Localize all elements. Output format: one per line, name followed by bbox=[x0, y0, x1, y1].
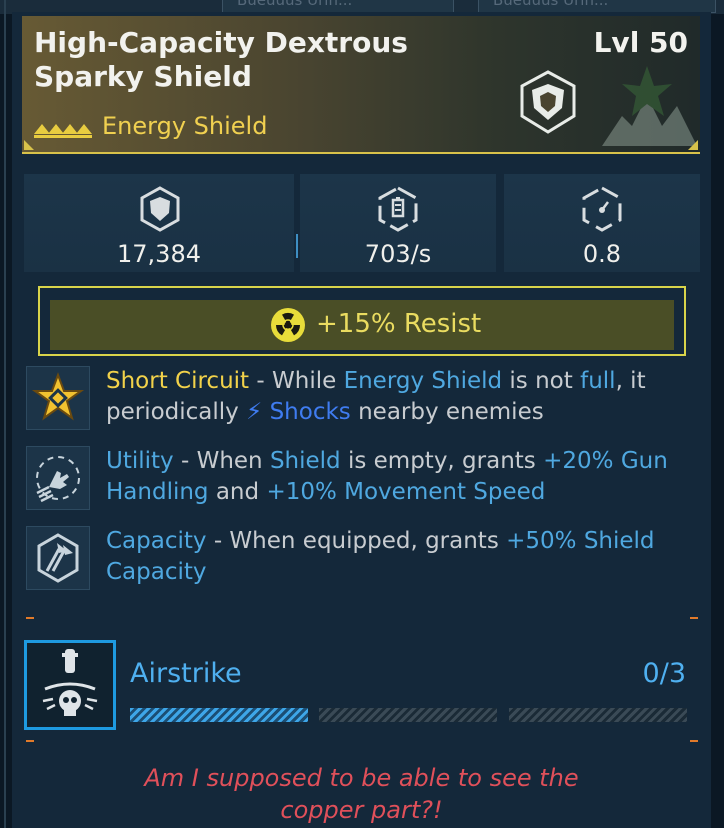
shield-arrows-icon bbox=[37, 533, 79, 583]
perk-name: Capacity bbox=[106, 528, 207, 554]
perk-text-segment: +10% Movement Speed bbox=[266, 479, 546, 505]
perk-name: Utility bbox=[106, 448, 174, 474]
perk-text-segment: full bbox=[580, 368, 616, 394]
item-artwork-icon bbox=[602, 66, 697, 146]
perk-text-segment: - While bbox=[249, 368, 344, 394]
separator-marker bbox=[690, 617, 698, 619]
perk-text-segment: Energy Shield bbox=[343, 368, 503, 394]
corner-mark-icon bbox=[24, 140, 34, 150]
skill-progress-segment bbox=[319, 708, 497, 722]
hand-movement-icon bbox=[36, 456, 80, 503]
perk-name: Short Circuit bbox=[106, 368, 250, 394]
item-header: High-Capacity Dextrous Sparky Shield Lvl… bbox=[22, 16, 700, 154]
perk-text-segment: - When equipped, grants bbox=[206, 528, 507, 554]
skill-progress-segment bbox=[509, 708, 687, 722]
airstrike-skull-icon bbox=[42, 649, 98, 716]
perk-icon-frame bbox=[26, 366, 90, 430]
item-type: Energy Shield bbox=[102, 112, 268, 140]
airstrike-icon-frame bbox=[24, 640, 116, 730]
stat-divider bbox=[296, 234, 298, 258]
shield-recharge-delay-icon bbox=[582, 186, 622, 232]
separator-marker bbox=[690, 740, 698, 742]
radiation-icon bbox=[271, 308, 305, 342]
stat-value: 0.8 bbox=[582, 240, 622, 268]
skill-count: 0/3 bbox=[642, 658, 686, 689]
perk-text-segment: is empty, grants bbox=[340, 448, 544, 474]
perk-icon-frame bbox=[26, 526, 90, 590]
item-title: High-Capacity Dextrous Sparky Shield bbox=[34, 26, 408, 93]
shield-type-icon bbox=[520, 70, 576, 134]
separator-marker bbox=[26, 740, 34, 742]
perk-text-segment: nearby enemies bbox=[350, 399, 544, 425]
perk-text-segment: Shield bbox=[269, 448, 341, 474]
perk-text-segment: and bbox=[208, 479, 267, 505]
perk-text-segment: is not bbox=[502, 368, 581, 394]
perk-short-circuit: Short Circuit - While Energy Shield is n… bbox=[106, 366, 696, 428]
stat-value: 17,384 bbox=[117, 240, 201, 268]
corner-mark-icon bbox=[688, 140, 698, 150]
resist-bar: +15% Resist bbox=[50, 300, 674, 350]
item-card: High-Capacity Dextrous Sparky Shield Lvl… bbox=[12, 12, 711, 828]
star-badge-icon bbox=[31, 372, 85, 421]
perk-text-segment: ⚡ Shocks bbox=[246, 399, 351, 425]
stat-recharge-rate: 703/s bbox=[300, 174, 496, 272]
background-tab-label: Bueuuus Urin... bbox=[237, 0, 353, 9]
background-divider bbox=[4, 0, 6, 828]
separator-marker bbox=[26, 617, 34, 619]
flavor-text: Am I supposed to be able to see the copp… bbox=[12, 762, 711, 826]
perk-text-segment: - When bbox=[173, 448, 270, 474]
perk-icon-frame bbox=[26, 446, 90, 510]
perk-utility: Utility - When Shield is empty, grants +… bbox=[106, 446, 696, 508]
shield-capacity-icon bbox=[140, 186, 180, 232]
perk-capacity: Capacity - When equipped, grants +50% Sh… bbox=[106, 526, 696, 588]
rarity-chevrons-icon bbox=[34, 124, 92, 138]
skill-progress-segment bbox=[130, 708, 308, 722]
skill-name: Airstrike bbox=[130, 658, 242, 689]
background-tab-label: Bueuuus Urin... bbox=[493, 0, 609, 9]
stat-value: 703/s bbox=[364, 240, 432, 268]
stat-recharge-delay: 0.8 bbox=[504, 174, 700, 272]
item-level: Lvl 50 bbox=[593, 26, 688, 59]
flavor-line: Am I supposed to be able to see the copp… bbox=[144, 764, 579, 824]
stat-capacity: 17,384 bbox=[24, 174, 294, 272]
resist-text: +15% Resist bbox=[316, 309, 482, 339]
shield-recharge-rate-icon bbox=[378, 186, 418, 232]
